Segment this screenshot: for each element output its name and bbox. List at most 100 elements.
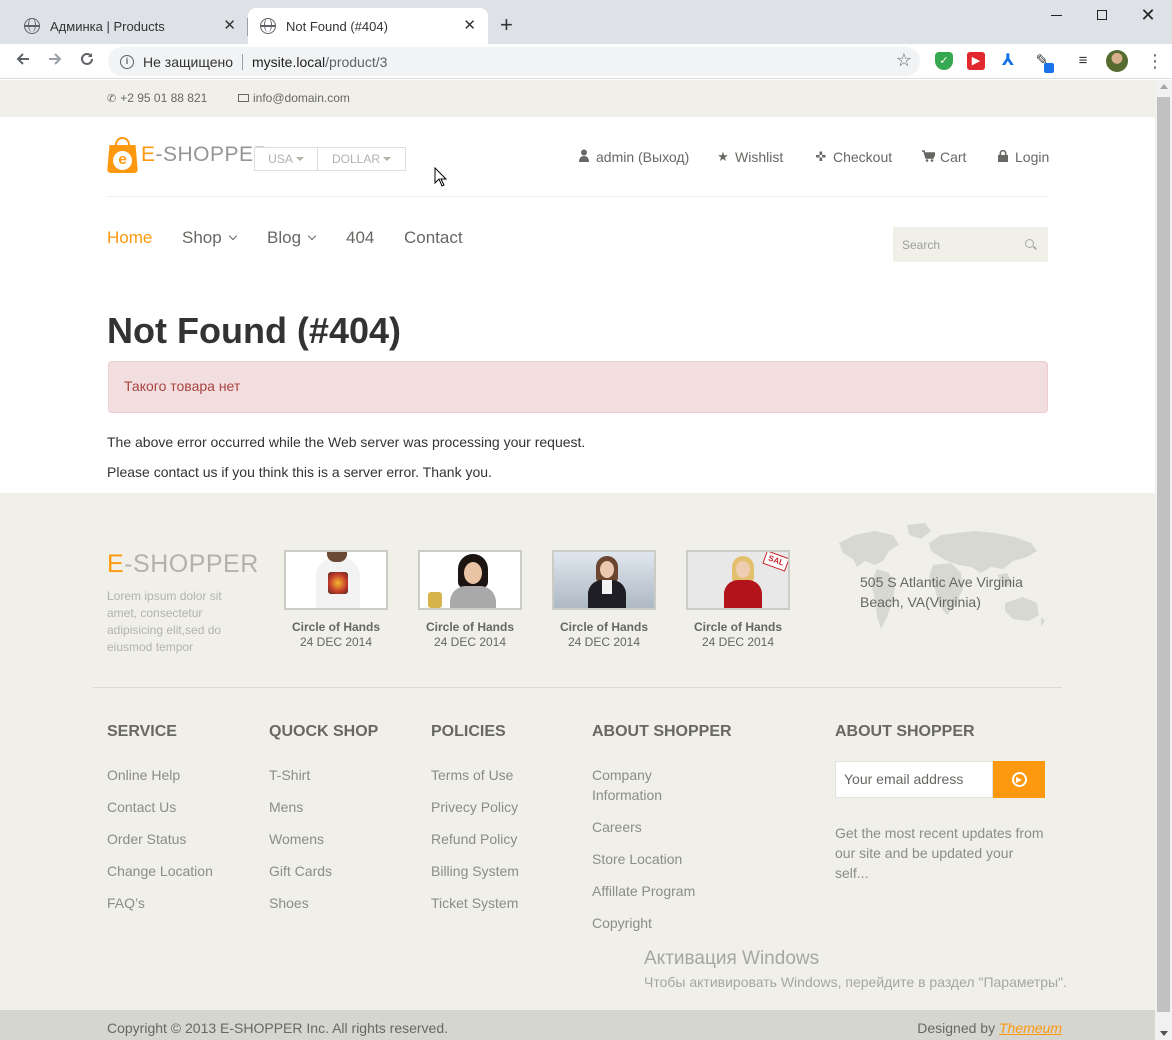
cart-link[interactable]: Cart xyxy=(922,148,966,166)
video-card[interactable]: SAL Circle of Hands 24 DEC 2014 xyxy=(686,550,790,649)
scroll-up-arrow-icon[interactable] xyxy=(1160,84,1168,89)
acrobat-extension-icon[interactable]: ⅄ xyxy=(999,52,1017,70)
footer-link[interactable]: FAQ’s xyxy=(107,893,213,913)
phone-contact: ✆ +2 95 01 88 821 xyxy=(107,91,207,105)
copyright-text: Copyright © 2013 E-SHOPPER Inc. All righ… xyxy=(107,1020,449,1036)
url-path: /product/3 xyxy=(325,53,388,70)
nav-contact[interactable]: Contact xyxy=(404,228,463,248)
page-scrollbar[interactable] xyxy=(1155,80,1172,1040)
footer-link[interactable]: Online Help xyxy=(107,765,213,785)
footer-link[interactable]: Womens xyxy=(269,829,378,849)
nav-404[interactable]: 404 xyxy=(346,228,374,248)
footer-link[interactable]: Company Information xyxy=(592,765,712,805)
footer-link[interactable]: Terms of Use xyxy=(431,765,519,785)
browser-tab-active[interactable]: Not Found (#404) ✕ xyxy=(248,8,488,44)
window-close-button[interactable]: ✕ xyxy=(1138,5,1158,25)
nav-home[interactable]: Home xyxy=(107,228,152,248)
country-value: USA xyxy=(268,152,293,166)
locale-selectors: USA DOLLAR xyxy=(254,147,406,171)
search-placeholder: Search xyxy=(902,237,941,252)
checkout-link[interactable]: ✜ Checkout xyxy=(815,148,893,166)
footer-link[interactable]: Contact Us xyxy=(107,797,213,817)
footer-link[interactable]: Refund Policy xyxy=(431,829,519,849)
search-input[interactable]: Search xyxy=(893,227,1048,262)
footer-link[interactable]: Shoes xyxy=(269,893,378,913)
footer-link[interactable]: Copyright xyxy=(592,913,712,933)
footer: E-SHOPPER Lorem ipsum dolor sit amet, co… xyxy=(0,493,1155,1040)
email-field[interactable]: Your email address xyxy=(835,761,993,798)
footer-link[interactable]: Gift Cards xyxy=(269,861,378,881)
footer-link[interactable]: Store Location xyxy=(592,849,712,869)
checkout-label: Checkout xyxy=(833,149,893,165)
new-tab-button[interactable]: + xyxy=(500,13,513,37)
user-account-link[interactable]: admin (Выход) xyxy=(578,148,689,166)
footer-column-quick-shop: QUOCK SHOP T-Shirt Mens Womens Gift Card… xyxy=(269,723,378,925)
footer-link[interactable]: Change Location xyxy=(107,861,213,881)
currency-dropdown[interactable]: DOLLAR xyxy=(318,147,406,171)
footer-column-policies: POLICIES Terms of Use Privecy Policy Ref… xyxy=(431,723,519,925)
crosshairs-icon: ✜ xyxy=(815,149,827,164)
cart-icon xyxy=(922,149,937,165)
video-card[interactable]: Circle of Hands 24 DEC 2014 xyxy=(418,550,522,649)
footer-divider xyxy=(93,687,1062,688)
site-logo[interactable]: e E-SHOPPER xyxy=(107,137,269,173)
video-thumbnail[interactable] xyxy=(284,550,388,610)
footer-link[interactable]: T-Shirt xyxy=(269,765,378,785)
scroll-down-arrow-icon[interactable] xyxy=(1160,1031,1168,1036)
footer-link[interactable]: Order Status xyxy=(107,829,213,849)
video-card[interactable]: Circle of Hands 24 DEC 2014 xyxy=(552,550,656,649)
footer-logo[interactable]: E-SHOPPER xyxy=(107,550,259,579)
login-link[interactable]: Login xyxy=(997,148,1049,166)
footer-column-subscribe: ABOUT SHOPPER xyxy=(835,723,975,765)
color-picker-extension-icon[interactable]: ✎ xyxy=(1033,52,1054,73)
window-minimize-button[interactable] xyxy=(1046,5,1066,25)
video-thumbnail[interactable] xyxy=(552,550,656,610)
logo-text: -SHOPPER xyxy=(155,143,270,166)
nav-shop[interactable]: Shop xyxy=(182,228,237,248)
designer-link[interactable]: Themeum xyxy=(999,1020,1062,1036)
bookmark-star-icon[interactable]: ☆ xyxy=(896,50,912,71)
phone-number: +2 95 01 88 821 xyxy=(120,91,208,105)
email-contact[interactable]: info@domain.com xyxy=(238,91,350,105)
video-title: Circle of Hands xyxy=(693,620,783,634)
column-heading: SERVICE xyxy=(107,723,177,740)
window-maximize-button[interactable] xyxy=(1092,5,1112,25)
media-control-icon[interactable]: ≡ xyxy=(1074,52,1092,70)
watermark-title: Активация Windows xyxy=(644,948,820,969)
footer-link[interactable]: Billing System xyxy=(431,861,519,881)
profile-avatar[interactable] xyxy=(1106,50,1128,72)
footer-link[interactable]: Careers xyxy=(592,817,712,837)
footer-link[interactable]: Affillate Program xyxy=(592,881,712,901)
omnibox-divider xyxy=(242,53,243,70)
contact-topbar: ✆ +2 95 01 88 821 info@domain.com xyxy=(0,80,1155,117)
column-heading: QUOCK SHOP xyxy=(269,723,379,740)
back-button[interactable] xyxy=(12,50,34,72)
browser-tab-admin[interactable]: Админка | Products ✕ xyxy=(8,8,248,44)
browser-toolbar: i Не защищено mysite.local /product/3 ☆ … xyxy=(0,44,1172,79)
forward-button[interactable] xyxy=(44,50,66,72)
video-thumbnail[interactable] xyxy=(418,550,522,610)
subscribe-button[interactable] xyxy=(993,761,1045,798)
adguard-extension-icon[interactable]: ✓ xyxy=(935,52,953,70)
tab-close-icon[interactable]: ✕ xyxy=(223,17,236,35)
video-thumbnail[interactable]: SAL xyxy=(686,550,790,610)
video-extension-icon[interactable]: ▶ xyxy=(967,52,985,70)
wishlist-link[interactable]: ★ Wishlist xyxy=(717,148,783,166)
address-bar[interactable]: i Не защищено mysite.local /product/3 ☆ xyxy=(108,47,920,76)
reload-button[interactable] xyxy=(76,50,98,72)
error-message: Такого товара нет xyxy=(124,378,241,394)
scrollbar-thumb[interactable] xyxy=(1157,97,1170,1012)
search-icon[interactable] xyxy=(1025,239,1034,248)
browser-menu-icon[interactable]: ⋮ xyxy=(1146,51,1164,71)
email-address[interactable]: info@domain.com xyxy=(253,91,350,105)
footer-link[interactable]: Privecy Policy xyxy=(431,797,519,817)
footer-link[interactable]: Mens xyxy=(269,797,378,817)
nav-blog[interactable]: Blog xyxy=(267,228,317,248)
footer-link[interactable]: Ticket System xyxy=(431,893,519,913)
info-icon[interactable]: i xyxy=(120,54,134,69)
video-title: Circle of Hands xyxy=(291,620,381,634)
user-icon xyxy=(578,149,590,165)
country-dropdown[interactable]: USA xyxy=(254,147,318,171)
video-card[interactable]: Circle of Hands 24 DEC 2014 xyxy=(284,550,388,649)
tab-close-icon[interactable]: ✕ xyxy=(463,17,476,35)
